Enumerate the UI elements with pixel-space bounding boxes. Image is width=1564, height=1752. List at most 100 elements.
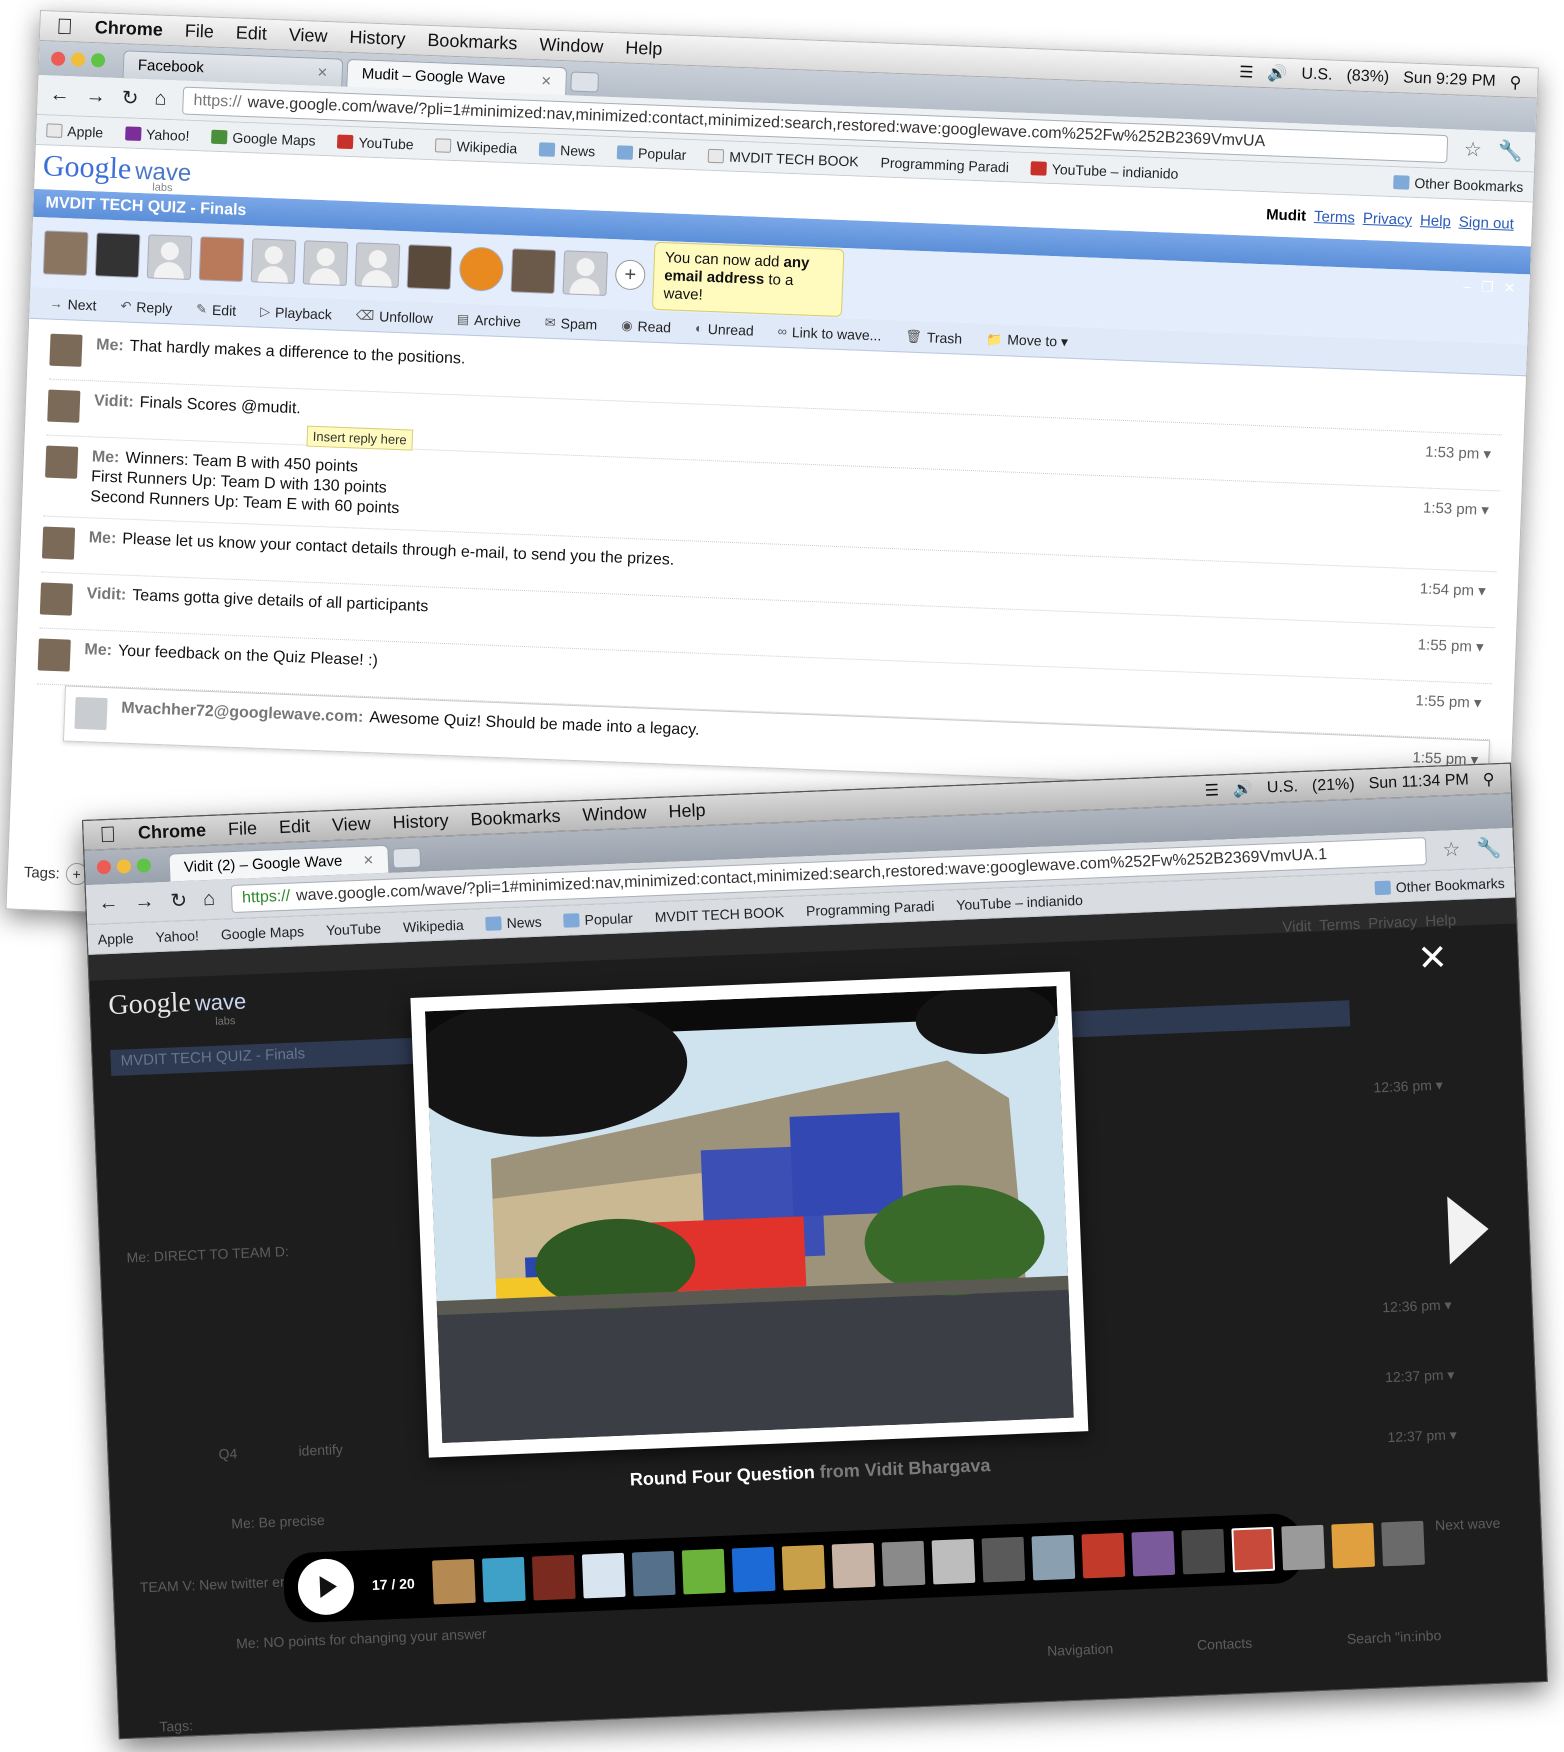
home-icon[interactable]: ⌂ (203, 888, 216, 911)
spotlight-search-icon[interactable]: ⚲ (1509, 72, 1521, 92)
filmstrip-thumbnail[interactable] (731, 1546, 776, 1593)
menu-help[interactable]: Help (625, 38, 663, 60)
filmstrip-thumbnail[interactable] (931, 1538, 976, 1585)
add-participant-button[interactable]: + (614, 259, 646, 291)
avatar[interactable] (302, 240, 349, 286)
bookmark-youtube[interactable]: YouTube (326, 920, 382, 938)
bookmark-apple[interactable]: Apple (46, 122, 103, 140)
input-source[interactable]: U.S. (1267, 778, 1299, 797)
bookmark-mvdit-tech-book[interactable]: MVDIT TECH BOOK (708, 147, 859, 169)
avatar[interactable] (198, 236, 245, 282)
filmstrip-thumbnail[interactable] (981, 1536, 1026, 1583)
menu-history[interactable]: History (349, 27, 406, 50)
menu-file[interactable]: File (228, 818, 258, 840)
spam-button[interactable]: ✉ Spam (545, 314, 598, 332)
wrench-icon[interactable]: 🔧 (1476, 835, 1502, 861)
menu-history[interactable]: History (392, 810, 449, 833)
wrench-icon[interactable]: 🔧 (1497, 138, 1523, 164)
blip-time[interactable]: 1:54 pm ▾ (1420, 579, 1487, 600)
unfollow-button[interactable]: ⌫ Unfollow (356, 307, 434, 326)
blip-time[interactable]: 1:55 pm ▾ (1415, 691, 1482, 712)
reload-icon[interactable]: ↻ (121, 85, 139, 111)
bookmark-yahoo[interactable]: Yahoo! (124, 125, 190, 143)
tab-close-icon[interactable]: ✕ (540, 73, 551, 89)
trash-button[interactable]: 🗑 Trash (905, 328, 962, 346)
forward-icon[interactable]: → (134, 890, 155, 914)
home-icon[interactable]: ⌂ (154, 87, 167, 110)
edit-button[interactable]: ✎ Edit (196, 301, 237, 319)
bookmark-popular[interactable]: Popular (563, 909, 633, 928)
avatar[interactable] (42, 230, 89, 276)
filmstrip-thumbnail[interactable] (1131, 1530, 1175, 1577)
menu-window[interactable]: Window (582, 802, 647, 826)
next-arrow-icon[interactable] (1447, 1194, 1490, 1265)
tab-close-icon[interactable]: ✕ (363, 852, 375, 868)
filmstrip-thumbnail[interactable] (781, 1544, 826, 1591)
bookmark-yahoo[interactable]: Yahoo! (155, 927, 199, 945)
forward-icon[interactable]: → (85, 85, 106, 109)
privacy-link[interactable]: Privacy (1363, 210, 1413, 229)
slideshow-play-button[interactable] (296, 1557, 356, 1616)
bookmark-other[interactable]: Other Bookmarks (1393, 174, 1524, 195)
bookmark-google-maps[interactable]: Google Maps (221, 923, 305, 942)
avatar[interactable] (510, 248, 557, 294)
minimize-panel-icon[interactable]: – (1463, 278, 1471, 295)
terms-link[interactable]: Terms (1314, 208, 1355, 227)
bookmark-programming-paradigms[interactable]: Programming Paradi (880, 154, 1009, 175)
archive-button[interactable]: ▤ Archive (457, 311, 522, 329)
battery-status[interactable]: (21%) (1312, 775, 1355, 795)
bookmark-news[interactable]: News (485, 913, 542, 931)
bookmark-popular[interactable]: Popular (616, 144, 687, 162)
minimize-window-button[interactable] (70, 52, 86, 67)
close-panel-icon[interactable]: ✕ (1503, 279, 1515, 296)
filmstrip-thumbnail[interactable] (1231, 1526, 1275, 1573)
link-to-wave-button[interactable]: ∞ Link to wave... (777, 323, 881, 343)
menu-bookmarks[interactable]: Bookmarks (427, 30, 518, 54)
new-tab-button[interactable] (570, 71, 600, 93)
menu-edit[interactable]: Edit (235, 23, 267, 45)
minimize-window-button[interactable] (116, 859, 132, 874)
menu-view[interactable]: View (288, 25, 327, 47)
menu-help[interactable]: Help (668, 800, 706, 822)
avatar[interactable] (354, 242, 401, 288)
clock[interactable]: Sun 9:29 PM (1403, 69, 1496, 91)
spotlight-search-icon[interactable]: ⚲ (1482, 769, 1495, 789)
bookmark-other[interactable]: Other Bookmarks (1374, 874, 1505, 895)
app-menu[interactable]: Chrome (94, 17, 163, 41)
filmstrip-thumbnail[interactable] (631, 1550, 676, 1597)
avatar[interactable] (562, 250, 609, 296)
unread-button[interactable]: ◐ Unread (695, 320, 754, 338)
bookmark-youtube-indianido[interactable]: YouTube – indianido (956, 891, 1083, 912)
volume-icon[interactable]: 🔊 (1267, 63, 1288, 84)
bookmark-star-icon[interactable]: ☆ (1442, 837, 1461, 863)
filmstrip-thumbnail[interactable] (481, 1556, 526, 1603)
filmstrip-thumbnail[interactable] (531, 1554, 576, 1601)
filmstrip-thumbnail[interactable] (581, 1552, 626, 1599)
avatar[interactable] (406, 244, 453, 290)
bookmark-youtube-indianido[interactable]: YouTube – indianido (1030, 160, 1179, 181)
move-to-button[interactable]: 📁 Move to ▾ (986, 331, 1068, 351)
close-icon[interactable]: ✕ (1417, 936, 1449, 979)
menu-window[interactable]: Window (539, 34, 604, 57)
blip-time[interactable]: 1:53 pm ▾ (1425, 443, 1492, 464)
avatar[interactable] (94, 232, 141, 278)
volume-icon[interactable]: 🔊 (1233, 778, 1254, 799)
avatar[interactable] (146, 234, 193, 280)
wifi-icon[interactable]: ☰ (1239, 62, 1254, 83)
filmstrip-thumbnail[interactable] (1181, 1528, 1225, 1575)
menu-edit[interactable]: Edit (279, 816, 311, 838)
blip-time[interactable]: 1:53 pm ▾ (1423, 498, 1490, 519)
menu-bookmarks[interactable]: Bookmarks (470, 806, 561, 831)
menu-view[interactable]: View (332, 813, 372, 836)
tab-close-icon[interactable]: ✕ (317, 64, 328, 80)
zoom-window-button[interactable] (90, 53, 106, 68)
filmstrip-thumbnail[interactable] (1281, 1524, 1325, 1571)
filmstrip-thumbnail[interactable] (1381, 1520, 1425, 1567)
close-window-button[interactable] (50, 51, 66, 66)
bookmark-programming-paradigms[interactable]: Programming Paradi (806, 897, 935, 918)
filmstrip-thumbnail[interactable] (881, 1540, 926, 1587)
clock[interactable]: Sun 11:34 PM (1368, 771, 1469, 793)
sign-out-link[interactable]: Sign out (1459, 214, 1515, 233)
bookmark-apple[interactable]: Apple (97, 930, 133, 947)
back-icon[interactable]: ← (49, 83, 70, 107)
